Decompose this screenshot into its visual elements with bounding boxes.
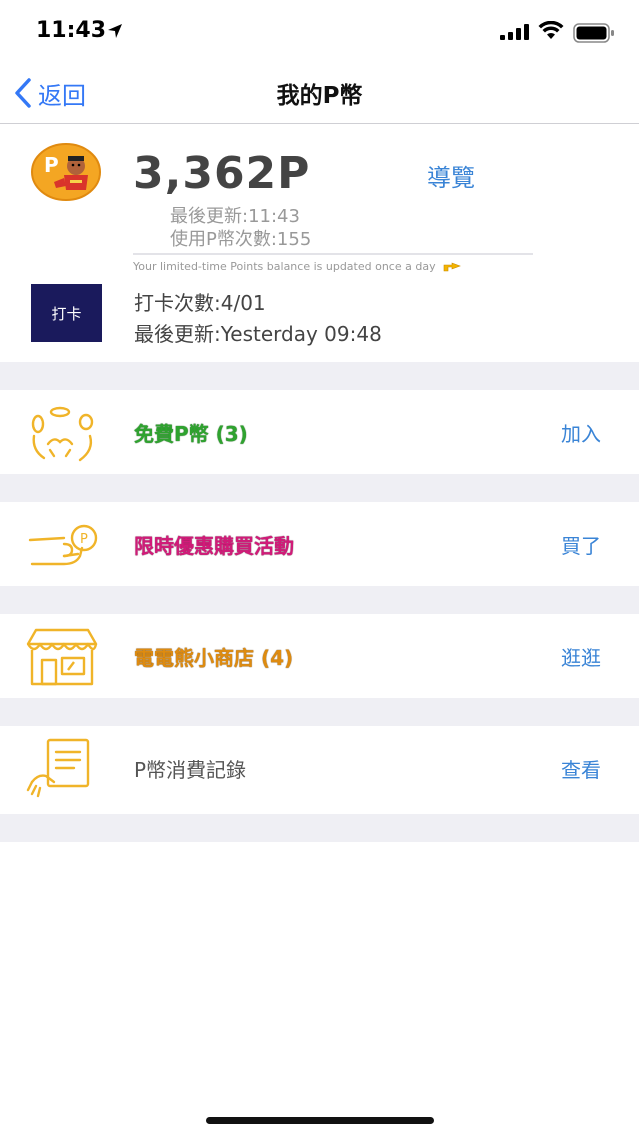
spending-history-action[interactable]: 查看 (561, 754, 601, 783)
checkin-count: 打卡次數:4/01 (134, 291, 266, 315)
home-indicator (206, 1117, 434, 1124)
battery-icon (573, 23, 614, 43)
store-action[interactable]: 逛逛 (561, 642, 601, 671)
page-title: 我的P幣 (276, 83, 363, 109)
navigation-bar: 返回 我的P幣 (0, 62, 639, 124)
svg-text:P: P (44, 153, 59, 177)
limited-offer-row[interactable]: P 限時優惠購買活動 買了 (0, 502, 639, 586)
limited-offer-label: 限時優惠購買活動 (134, 534, 294, 558)
cellular-signal-icon (500, 24, 529, 40)
free-points-label: 免費P幣 (3) (134, 422, 248, 446)
hand-coin-icon: P (28, 524, 98, 566)
balance-note-text: Your limited-time Points balance is upda… (133, 260, 436, 273)
section-separator (0, 474, 639, 502)
status-bar: 11:43 (0, 0, 639, 62)
section-separator (0, 814, 639, 842)
section-separator (0, 698, 639, 726)
store-label: 電電熊小商店 (4) (134, 646, 294, 670)
p-coin-mascot-icon: P (31, 143, 101, 201)
balance-divider (133, 253, 533, 255)
spending-history-label: P幣消費記錄 (134, 758, 247, 782)
free-points-action[interactable]: 加入 (561, 418, 601, 447)
svg-text:P: P (80, 532, 88, 547)
pointing-hand-icon (443, 262, 461, 272)
coins-hands-icon (31, 406, 94, 462)
browse-link[interactable]: 導覽 (427, 158, 475, 193)
checkin-last-updated: 最後更新:Yesterday 09:48 (134, 322, 382, 346)
balance-note: Your limited-time Points balance is upda… (133, 260, 461, 273)
receipt-hand-icon (26, 738, 90, 798)
store-icon (26, 628, 98, 686)
location-arrow-icon (108, 24, 122, 38)
wifi-icon (538, 21, 564, 39)
points-summary: P 3,362P 導覽 最後更新:11:43 使用P幣次數:155 Your l… (0, 124, 639, 362)
section-separator (0, 586, 639, 614)
points-balance: 3,362P (133, 148, 311, 199)
limited-offer-action[interactable]: 買了 (561, 530, 601, 559)
points-usage-count: 使用P幣次數:155 (170, 229, 312, 250)
checkin-button[interactable]: 打卡 (31, 284, 102, 342)
store-row[interactable]: 電電熊小商店 (4) 逛逛 (0, 614, 639, 698)
spending-history-row[interactable]: P幣消費記錄 查看 (0, 726, 639, 814)
free-points-row[interactable]: 免費P幣 (3) 加入 (0, 390, 639, 474)
status-time: 11:43 (36, 18, 107, 43)
section-separator (0, 362, 639, 390)
